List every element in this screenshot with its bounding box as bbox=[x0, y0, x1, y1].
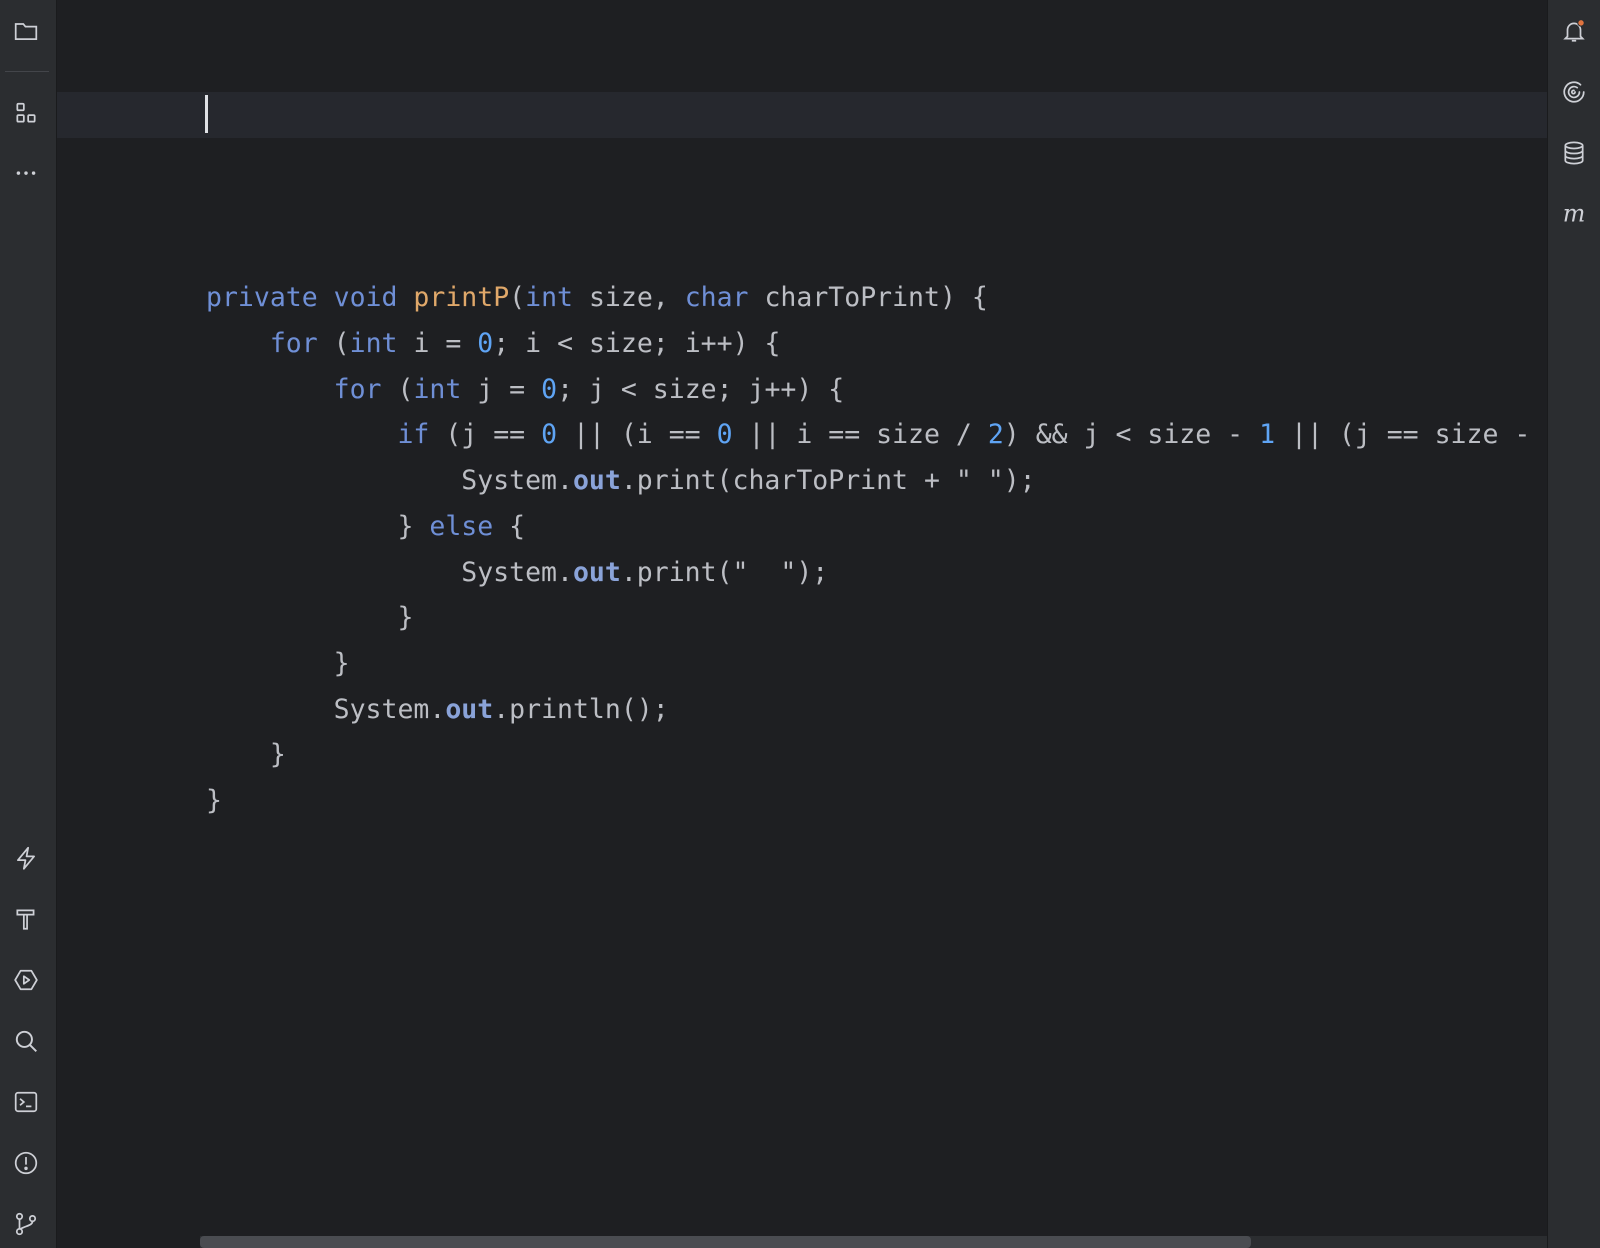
code-token: for bbox=[333, 373, 382, 405]
code-token: || (i == bbox=[557, 419, 717, 451]
code-token: 0 bbox=[541, 419, 558, 451]
code-token: ( bbox=[509, 282, 526, 314]
code-token: .println(); bbox=[493, 693, 669, 725]
structure-icon[interactable] bbox=[10, 97, 42, 129]
code-line[interactable]: System.out.print(" "); bbox=[57, 550, 1547, 596]
code-token: ( bbox=[381, 373, 414, 405]
code-line[interactable]: System.out.print(charToPrint + " "); bbox=[57, 458, 1547, 504]
code-token: || (j == size - bbox=[1275, 419, 1547, 451]
code-token: } bbox=[206, 510, 430, 542]
code-token: } bbox=[206, 602, 414, 634]
code-token: for bbox=[269, 328, 318, 360]
code-token: else bbox=[429, 510, 494, 542]
code-token: .print(charToPrint + " "); bbox=[620, 465, 1036, 497]
search-icon[interactable] bbox=[10, 1025, 42, 1057]
git-branch-icon[interactable] bbox=[10, 1208, 42, 1240]
code-line[interactable]: } bbox=[57, 732, 1547, 778]
code-line[interactable]: } else { bbox=[57, 504, 1547, 550]
code-token: System. bbox=[206, 693, 446, 725]
left-tool-window-bar bbox=[0, 0, 57, 1248]
code-line[interactable] bbox=[57, 230, 1547, 276]
code-token: j = bbox=[461, 373, 542, 405]
code-line[interactable]: if (j == 0 || (i == 0 || i == size / 2) … bbox=[57, 412, 1547, 458]
code-token: (j == bbox=[429, 419, 542, 451]
code-line[interactable]: System.out.println(); bbox=[57, 687, 1547, 733]
text-caret bbox=[205, 95, 208, 133]
code-token: } bbox=[206, 784, 222, 816]
code-token: i = bbox=[397, 328, 478, 360]
code-line[interactable]: for (int j = 0; j < size; j++) { bbox=[57, 367, 1547, 413]
current-line-highlight bbox=[57, 92, 1547, 138]
right-tool-window-bar: m bbox=[1547, 0, 1600, 1248]
folder-icon[interactable] bbox=[10, 15, 42, 47]
code-token: int bbox=[413, 373, 462, 405]
code-token: 1 bbox=[1259, 419, 1276, 451]
code-token: System. bbox=[206, 465, 573, 497]
code-line[interactable]: } bbox=[57, 778, 1547, 824]
code-token: System. bbox=[206, 556, 573, 588]
code-line[interactable]: } bbox=[57, 641, 1547, 687]
code-token: out bbox=[572, 465, 621, 497]
database-icon[interactable] bbox=[1558, 137, 1590, 169]
svg-text:m: m bbox=[1563, 201, 1586, 227]
code-token: 2 bbox=[987, 419, 1004, 451]
code-token: 0 bbox=[541, 373, 558, 405]
lightning-icon[interactable] bbox=[10, 842, 42, 874]
code-token: .print(" "); bbox=[620, 556, 829, 588]
code-token: charToPrint) { bbox=[748, 282, 988, 314]
code-line[interactable]: for (int i = 0; i < size; i++) { bbox=[57, 321, 1547, 367]
code-line[interactable]: } bbox=[57, 595, 1547, 641]
code-token: } bbox=[206, 647, 350, 679]
horizontal-scrollbar[interactable] bbox=[200, 1236, 1251, 1248]
code-editor[interactable]: private void printP(int size, char charT… bbox=[57, 0, 1547, 1248]
code-token: 0 bbox=[716, 419, 733, 451]
build-hammer-icon[interactable] bbox=[10, 903, 42, 935]
terminal-icon[interactable] bbox=[10, 1086, 42, 1118]
code-token: } bbox=[206, 739, 286, 771]
code-line[interactable] bbox=[57, 184, 1547, 230]
code-token: printP bbox=[413, 282, 510, 314]
problems-icon[interactable] bbox=[10, 1147, 42, 1179]
code-token: 0 bbox=[477, 328, 494, 360]
code-token: private void bbox=[206, 282, 414, 314]
code-token: size, bbox=[573, 282, 685, 314]
code-token: ) && j < size - bbox=[1003, 419, 1260, 451]
toolbar-separator bbox=[5, 71, 49, 72]
code-token: char bbox=[684, 282, 749, 314]
code-token: int bbox=[525, 282, 573, 314]
code-token: ( bbox=[317, 328, 350, 360]
code-token: ; i < size; i++) { bbox=[493, 328, 781, 360]
code-token: || i == size / bbox=[732, 419, 988, 451]
code-content[interactable]: private void printP(int size, char charT… bbox=[57, 184, 1547, 824]
code-token: int bbox=[349, 328, 398, 360]
code-token: out bbox=[572, 556, 621, 588]
more-icon[interactable] bbox=[10, 156, 42, 188]
code-token: out bbox=[445, 693, 494, 725]
code-token: { bbox=[493, 510, 526, 542]
code-token: ; j < size; j++) { bbox=[557, 373, 845, 405]
code-line[interactable]: private void printP(int size, char charT… bbox=[57, 275, 1547, 321]
services-run-icon[interactable] bbox=[10, 964, 42, 996]
notifications-bell-icon[interactable] bbox=[1558, 15, 1590, 47]
code-token: if bbox=[397, 419, 430, 451]
maven-icon[interactable]: m bbox=[1558, 198, 1590, 230]
ai-assistant-spiral-icon[interactable] bbox=[1558, 76, 1590, 108]
